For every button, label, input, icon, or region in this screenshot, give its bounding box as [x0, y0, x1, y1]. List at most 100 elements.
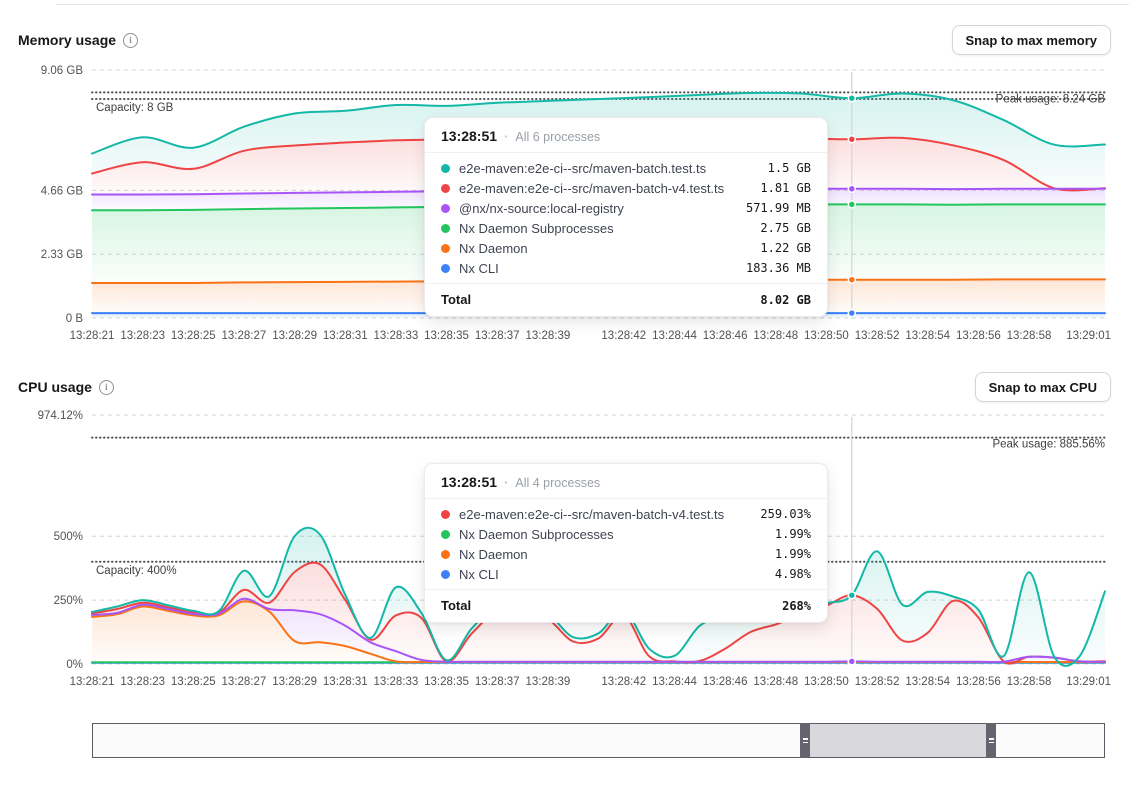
- crosshair-dot-teal: [848, 592, 855, 599]
- series-value: 571.99 MB: [746, 201, 811, 215]
- series-value: 1.5 GB: [768, 161, 811, 175]
- y-axis-tick-label: 2.33 GB: [41, 249, 84, 261]
- brush-handle-left[interactable]: [800, 723, 810, 758]
- x-axis-tick-label: 13:28:37: [475, 676, 520, 688]
- series-label: e2e-maven:e2e-ci--src/maven-batch-v4.tes…: [459, 181, 752, 196]
- top-divider: [56, 4, 1129, 5]
- cpu-tooltip: 13:28:51 · All 4 processes e2e-maven:e2e…: [424, 463, 828, 623]
- series-dot-icon: [441, 570, 450, 579]
- x-axis-tick-label: 13:28:23: [120, 676, 165, 688]
- y-axis-tick-label: 250%: [54, 595, 83, 607]
- x-axis-tick-label: 13:28:42: [601, 330, 646, 342]
- info-icon[interactable]: [123, 33, 138, 48]
- x-axis-tick-label: 13:28:25: [171, 676, 216, 688]
- brush-selection[interactable]: [800, 724, 996, 757]
- x-axis-tick-label: 13:28:25: [171, 330, 216, 342]
- x-axis-tick-label: 13:28:52: [855, 330, 900, 342]
- x-axis-tick-label: 13:28:52: [855, 676, 900, 688]
- grip-line: [803, 738, 808, 740]
- x-axis-tick-label: 13:29:01: [1066, 330, 1111, 342]
- x-axis-tick-label: 13:28:31: [323, 330, 368, 342]
- y-axis-tick-label: 0%: [66, 659, 83, 671]
- snap-to-max-cpu-button[interactable]: Snap to max CPU: [975, 372, 1111, 402]
- tooltip-total-label: Total: [441, 598, 774, 613]
- x-axis-tick-label: 13:28:48: [753, 676, 798, 688]
- tooltip-row: Nx Daemon Subprocesses 1.99%: [425, 524, 827, 544]
- peak-usage-label: Peak usage: 885.56%: [992, 439, 1105, 451]
- series-label: Nx CLI: [459, 567, 767, 582]
- y-axis-tick-label: 4.66 GB: [41, 185, 84, 197]
- tooltip-row: e2e-maven:e2e-ci--src/maven-batch-v4.tes…: [425, 178, 827, 198]
- memory-tooltip: 13:28:51 · All 6 processes e2e-maven:e2e…: [424, 117, 828, 317]
- series-label: Nx Daemon Subprocesses: [459, 221, 752, 236]
- series-value: 1.22 GB: [760, 241, 811, 255]
- tooltip-total-row: Total 268%: [425, 589, 827, 622]
- x-axis-tick-label: 13:28:56: [956, 676, 1001, 688]
- series-dot-icon: [441, 550, 450, 559]
- x-axis-tick-label: 13:28:48: [753, 330, 798, 342]
- x-axis-tick-label: 13:28:35: [424, 676, 469, 688]
- x-axis-tick-label: 13:28:54: [905, 676, 950, 688]
- crosshair-dot-teal: [848, 95, 855, 102]
- cpu-tooltip-rows: e2e-maven:e2e-ci--src/maven-batch-v4.tes…: [425, 499, 827, 589]
- grip-line: [803, 742, 808, 744]
- x-axis-tick-label: 13:28:23: [120, 330, 165, 342]
- series-value: 4.98%: [775, 567, 811, 581]
- timeline-brush-track[interactable]: [92, 723, 1105, 758]
- x-axis-tick-label: 13:28:44: [652, 330, 697, 342]
- snap-to-max-memory-button[interactable]: Snap to max memory: [952, 25, 1112, 55]
- x-axis-tick-label: 13:28:39: [526, 330, 571, 342]
- series-label: Nx Daemon Subprocesses: [459, 527, 767, 542]
- crosshair-dot-blue: [848, 310, 855, 317]
- series-label: Nx Daemon: [459, 547, 767, 562]
- x-axis-tick-label: 13:28:54: [905, 330, 950, 342]
- series-value: 1.99%: [775, 547, 811, 561]
- series-value: 259.03%: [760, 507, 811, 521]
- cpu-section-title: CPU usage: [18, 379, 92, 395]
- brush-handle-right[interactable]: [986, 723, 996, 758]
- series-label: e2e-maven:e2e-ci--src/maven-batch-v4.tes…: [459, 507, 752, 522]
- tooltip-row: Nx Daemon 1.99%: [425, 544, 827, 564]
- series-dot-icon: [441, 164, 450, 173]
- peak-usage-label: Peak usage: 8.24 GB: [996, 93, 1106, 105]
- tooltip-separator: ·: [504, 129, 508, 144]
- x-axis-tick-label: 13:28:31: [323, 676, 368, 688]
- tooltip-total-value: 268%: [782, 599, 811, 613]
- series-label: Nx Daemon: [459, 241, 752, 256]
- x-axis-tick-label: 13:28:27: [222, 330, 267, 342]
- grip-line: [989, 742, 994, 744]
- x-axis-tick-label: 13:28:29: [272, 330, 317, 342]
- x-axis-tick-label: 13:28:56: [956, 330, 1001, 342]
- series-value: 183.36 MB: [746, 261, 811, 275]
- series-dot-icon: [441, 204, 450, 213]
- crosshair-dot-green: [848, 201, 855, 208]
- tooltip-header: 13:28:51 · All 4 processes: [425, 464, 827, 499]
- x-axis-tick-label: 13:28:29: [272, 676, 317, 688]
- x-axis-tick-label: 13:28:39: [526, 676, 571, 688]
- capacity-label: Capacity: 400%: [96, 565, 177, 577]
- grip-line: [989, 738, 994, 740]
- tooltip-row: e2e-maven:e2e-ci--src/maven-batch-v4.tes…: [425, 504, 827, 524]
- resource-usage-panel: Memory usage Snap to max memory 9.06 GB4…: [0, 0, 1129, 787]
- capacity-label: Capacity: 8 GB: [96, 102, 174, 114]
- info-icon[interactable]: [99, 380, 114, 395]
- tooltip-time: 13:28:51: [441, 128, 497, 144]
- tooltip-total-label: Total: [441, 292, 752, 307]
- tooltip-row: Nx Daemon 1.22 GB: [425, 238, 827, 258]
- x-axis-tick-label: 13:28:27: [222, 676, 267, 688]
- series-dot-icon: [441, 530, 450, 539]
- series-dot-icon: [441, 224, 450, 233]
- memory-section-header: Memory usage Snap to max memory: [18, 24, 1111, 56]
- crosshair-dot-red: [848, 136, 855, 143]
- tooltip-total-row: Total 8.02 GB: [425, 283, 827, 316]
- series-value: 1.99%: [775, 527, 811, 541]
- x-axis-tick-label: 13:28:50: [804, 676, 849, 688]
- cpu-section-header: CPU usage Snap to max CPU: [18, 371, 1111, 403]
- x-axis-tick-label: 13:28:33: [374, 676, 419, 688]
- x-axis-tick-label: 13:28:21: [70, 676, 115, 688]
- x-axis-tick-label: 13:29:01: [1066, 676, 1111, 688]
- x-axis-tick-label: 13:28:33: [374, 330, 419, 342]
- tooltip-separator: ·: [504, 475, 508, 490]
- y-axis-tick-label: 974.12%: [38, 410, 83, 422]
- tooltip-row: Nx CLI183.36 MB: [425, 258, 827, 278]
